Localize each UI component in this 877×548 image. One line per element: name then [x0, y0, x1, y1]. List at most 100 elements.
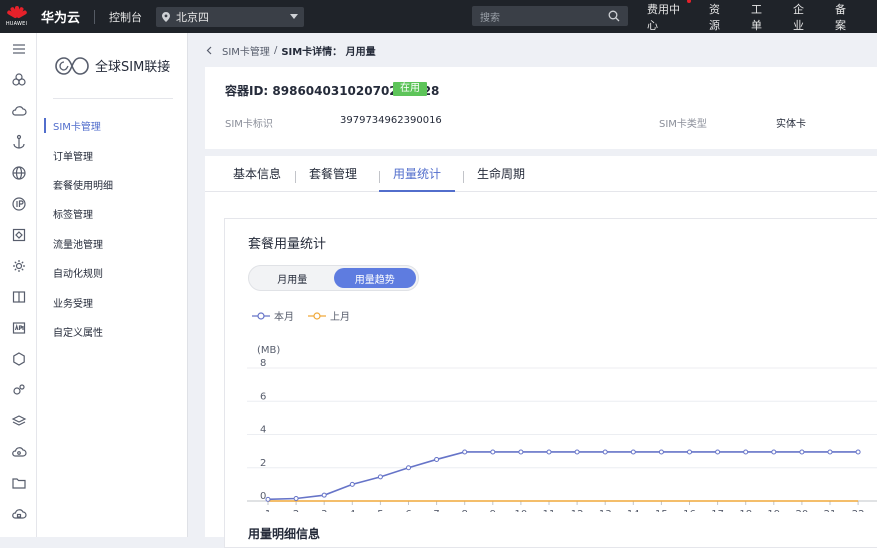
hexagon-icon[interactable]: [0, 343, 37, 374]
globe-icon[interactable]: [0, 157, 37, 188]
breadcrumb-parent[interactable]: SIM卡管理: [222, 43, 270, 58]
x-tick-label: 14: [627, 509, 640, 512]
side-nav: 全球SIM联接 SIM卡管理 订单管理 套餐使用明细 标签管理 流量池管理 自动…: [37, 33, 188, 537]
search-input[interactable]: 搜索: [472, 6, 628, 26]
data-point: [546, 449, 552, 455]
cloud-icon[interactable]: [0, 95, 37, 126]
toggle-trend[interactable]: 用量趋势: [333, 268, 416, 288]
x-tick-label: 17: [711, 509, 724, 512]
x-tick-label: 7: [433, 509, 439, 512]
sidebar-item-sim-management[interactable]: SIM卡管理: [37, 111, 187, 140]
usage-toggle: 月用量 用量趋势: [248, 265, 419, 291]
series-line: [267, 451, 859, 501]
cloud-cluster-icon[interactable]: [0, 64, 37, 95]
main-content: SIM卡管理 / SIM卡详情： 月用量 容器ID: 8986040310207…: [188, 33, 877, 548]
cloud-lock-icon[interactable]: [0, 498, 37, 529]
data-point: [406, 465, 411, 471]
side-menu: SIM卡管理 订单管理 套餐使用明细 标签管理 流量池管理 自动化规则 业务受理…: [37, 111, 187, 346]
x-tick-label: 6: [405, 509, 411, 512]
data-point: [715, 449, 721, 455]
console-link[interactable]: 控制台: [109, 9, 142, 25]
sidebar-item-business[interactable]: 业务受理: [37, 287, 187, 316]
chart-legend: 本月 上月: [252, 308, 364, 323]
x-tick-label: 13: [599, 509, 612, 512]
huawei-logo[interactable]: HUAWEI: [0, 0, 33, 33]
data-point: [687, 449, 692, 455]
brand-name[interactable]: 华为云: [41, 7, 80, 26]
sim-type-value: 实体卡: [776, 119, 806, 130]
search-icon[interactable]: [608, 10, 620, 22]
search-placeholder: 搜索: [480, 12, 500, 24]
location-pin-icon: [162, 11, 171, 22]
nav-filing[interactable]: 备案: [835, 1, 855, 33]
status-badge: 在用: [393, 82, 427, 96]
x-tick-label: 10: [515, 509, 528, 512]
sidebar-item-traffic-pool[interactable]: 流量池管理: [37, 229, 187, 258]
data-point: [349, 481, 355, 487]
legend-label: 本月: [274, 312, 294, 323]
sidebar-item-package-usage[interactable]: 套餐使用明细: [37, 170, 187, 199]
x-tick-label: 9: [490, 509, 496, 512]
data-point: [827, 449, 833, 455]
menu-icon[interactable]: [0, 33, 37, 64]
x-tick-label: 1: [265, 509, 271, 512]
diamond-icon[interactable]: [0, 219, 37, 250]
x-tick-label: 11: [543, 509, 556, 512]
sidebar-item-tags[interactable]: 标签管理: [37, 199, 187, 228]
data-point: [771, 449, 777, 455]
sidebar-item-custom-attrs[interactable]: 自定义属性: [37, 317, 187, 346]
folder-icon[interactable]: [0, 467, 37, 498]
y-tick-label: 6: [260, 391, 266, 402]
x-tick-label: 19: [767, 509, 780, 512]
notification-dot: [687, 0, 691, 3]
tab-usage-stats[interactable]: 用量统计: [379, 155, 465, 192]
legend-item[interactable]: 上月: [308, 308, 350, 323]
chevron-left-icon[interactable]: [206, 46, 212, 55]
x-tick-label: 8: [462, 509, 468, 512]
region-selector[interactable]: 北京四: [156, 6, 305, 27]
sim-summary-card: 容器ID: 89860403102070218828 在用 SIM卡标识 397…: [205, 67, 877, 149]
cloud-gear-icon[interactable]: [0, 436, 37, 467]
nav-billing[interactable]: 费用中心: [647, 0, 691, 33]
top-nav: 费用中心 资源 工单 企业 备案: [647, 0, 877, 33]
service-icon-rail: [0, 33, 37, 537]
toggle-monthly[interactable]: 月用量: [251, 268, 334, 288]
gear-network-icon[interactable]: [0, 250, 37, 281]
x-tick-label: 22: [852, 509, 865, 512]
data-point: [265, 496, 271, 502]
data-point: [490, 449, 496, 455]
nav-tickets[interactable]: 工单: [751, 1, 771, 33]
data-point: [855, 449, 861, 455]
sim-type-label: SIM卡类型: [659, 119, 707, 130]
legend-item[interactable]: 本月: [252, 308, 294, 323]
data-point: [377, 474, 383, 480]
data-point: [321, 492, 327, 498]
sim-id-label: SIM卡标识: [225, 119, 273, 130]
legend-label: 上月: [330, 312, 350, 323]
x-tick-label: 3: [321, 509, 327, 512]
anchor-icon[interactable]: [0, 126, 37, 157]
tab-lifecycle[interactable]: 生命周期: [463, 155, 539, 191]
tab-package-management[interactable]: 套餐管理: [295, 155, 381, 191]
sidebar-item-orders[interactable]: 订单管理: [37, 140, 187, 169]
sidebar-item-automation[interactable]: 自动化规则: [37, 258, 187, 287]
x-tick-label: 20: [796, 509, 809, 512]
stack-icon[interactable]: [0, 405, 37, 436]
logo-text: HUAWEI: [5, 21, 28, 27]
x-tick-label: 2: [293, 509, 299, 512]
usage-title: 套餐用量统计: [248, 237, 327, 252]
book-icon[interactable]: [0, 281, 37, 312]
legend-line-icon: [308, 311, 326, 320]
breadcrumb: SIM卡管理 / SIM卡详情： 月用量: [188, 33, 877, 67]
x-tick-label: 12: [571, 509, 584, 512]
huawei-logo-icon: [5, 6, 28, 20]
nav-resources[interactable]: 资源: [709, 1, 729, 33]
gears-icon[interactable]: [0, 374, 37, 405]
ip-icon[interactable]: [0, 188, 37, 219]
data-point: [658, 449, 664, 455]
nav-enterprise[interactable]: 企业: [793, 1, 813, 33]
breadcrumb-separator: /: [273, 44, 278, 56]
api-icon[interactable]: [0, 312, 37, 343]
y-tick-label: 8: [260, 358, 266, 369]
tab-basic-info[interactable]: 基本信息: [219, 155, 297, 191]
